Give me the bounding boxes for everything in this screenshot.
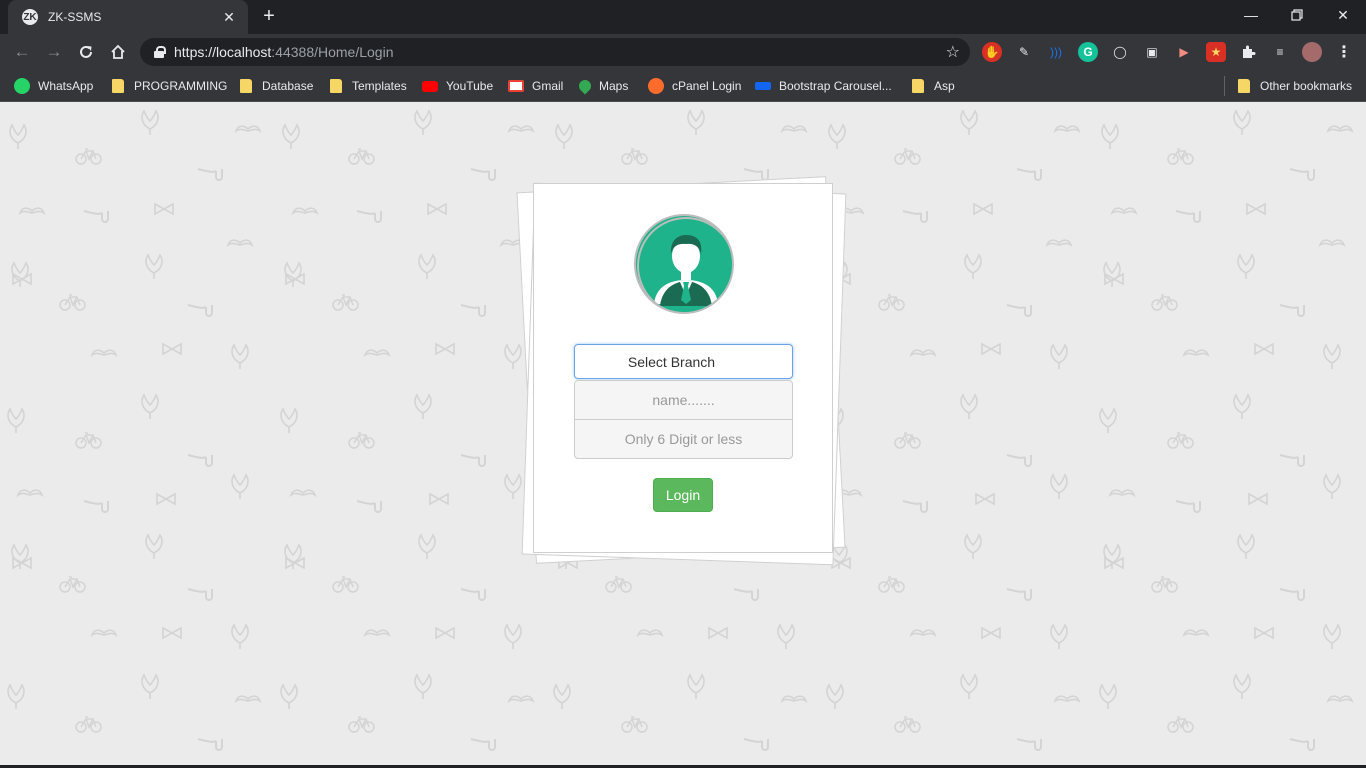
bookmark-star-icon[interactable]: ☆ [946,42,960,62]
bookmark-asp[interactable]: Asp [910,76,955,96]
browser-tab[interactable]: ZK ZK-SSMS ✕ [8,0,248,34]
bookmark-label: cPanel Login [672,79,742,93]
login-card: Select Branch Login [533,183,833,553]
forward-arrow-icon[interactable]: → [42,40,66,64]
bookmarks-separator [1224,76,1225,96]
media-control-icon[interactable]: ≡ [1270,42,1290,62]
other-bookmarks-label: Other bookmarks [1260,79,1353,93]
folder-icon [1238,79,1250,93]
color-picker-extension-icon[interactable]: ✎ [1014,42,1034,62]
bookmark-label: Asp [934,79,955,93]
page-content: Select Branch Login [0,103,1366,768]
folder-icon [912,79,924,93]
bookmark-programming[interactable]: PROGRAMMING [110,76,227,96]
youtube-icon [422,80,438,92]
bookmark-label: Gmail [532,79,564,93]
bookmark-label: Bootstrap Carousel... [779,79,892,93]
bookmark-label: PROGRAMMING [134,79,228,93]
bookmarks-bar: WhatsApp PROGRAMMING Database Templates … [0,70,1366,102]
bookmark-youtube[interactable]: YouTube [422,76,493,96]
other-bookmarks[interactable]: Other bookmarks [1236,76,1352,96]
user-avatar-icon [634,214,734,314]
minimize-icon[interactable]: — [1228,0,1274,30]
bookmark-bootstrap-carousel[interactable]: Bootstrap Carousel... [755,76,892,96]
tab-title: ZK-SSMS [48,10,102,24]
new-tab-button[interactable]: + [258,6,280,28]
restore-icon[interactable] [1274,0,1320,30]
bookmark-database[interactable]: Database [238,76,313,96]
url-text: https://localhost:44388/Home/Login [174,44,394,60]
folder-icon [112,79,124,93]
bulb-extension-icon[interactable]: ◯ [1110,42,1130,62]
menu-dots-icon[interactable]: ⋮ [1334,42,1354,62]
bookmark-maps[interactable]: Maps [576,76,629,96]
address-bar[interactable]: https://localhost:44388/Home/Login ☆ [140,38,970,66]
window-extension-icon[interactable]: ▣ [1142,42,1162,62]
profile-avatar-icon[interactable] [1302,42,1322,62]
reload-icon[interactable] [74,40,98,64]
gmail-icon [508,80,524,92]
bookmark-whatsapp[interactable]: WhatsApp [14,76,93,96]
branch-select-value: Select Branch [627,353,716,370]
lock-icon [154,46,166,58]
bookmark-label: Database [262,79,314,93]
site-favicon-icon: ZK [22,9,38,25]
extensions-puzzle-icon[interactable] [1238,42,1258,62]
cpanel-icon [648,78,664,94]
mdb-icon [755,82,771,90]
bookmark-label: YouTube [446,79,494,93]
video-extension-icon[interactable]: ▶ [1174,42,1194,62]
grammarly-extension-icon[interactable]: G [1078,42,1098,62]
tab-strip: ZK ZK-SSMS ✕ + — ✕ [0,0,1366,34]
folder-icon [330,79,342,93]
bookmark-gmail[interactable]: Gmail [508,76,563,96]
maps-icon [576,77,594,95]
bookmark-label: WhatsApp [38,79,94,93]
login-form: Select Branch [574,344,793,459]
flag-extension-icon[interactable]: ★ [1206,42,1226,62]
whatsapp-icon [14,78,30,94]
branch-select[interactable]: Select Branch [574,344,793,379]
code-input[interactable] [574,419,793,459]
home-icon[interactable] [106,40,130,64]
login-button[interactable]: Login [653,478,713,512]
folder-icon [240,79,252,93]
wifi-extension-icon[interactable]: ))) [1046,42,1066,62]
name-input[interactable] [574,380,793,420]
adblock-extension-icon[interactable]: ✋ [982,42,1002,62]
close-window-icon[interactable]: ✕ [1320,0,1366,30]
bookmark-label: Templates [352,79,407,93]
bookmark-label: Maps [599,79,629,93]
bookmark-templates[interactable]: Templates [328,76,407,96]
bookmark-cpanel[interactable]: cPanel Login [648,76,741,96]
back-arrow-icon[interactable]: ← [10,40,34,64]
browser-toolbar: ← → https://localhost:44388/Home/Login ☆… [0,34,1366,70]
tab-close-icon[interactable]: ✕ [220,9,238,26]
